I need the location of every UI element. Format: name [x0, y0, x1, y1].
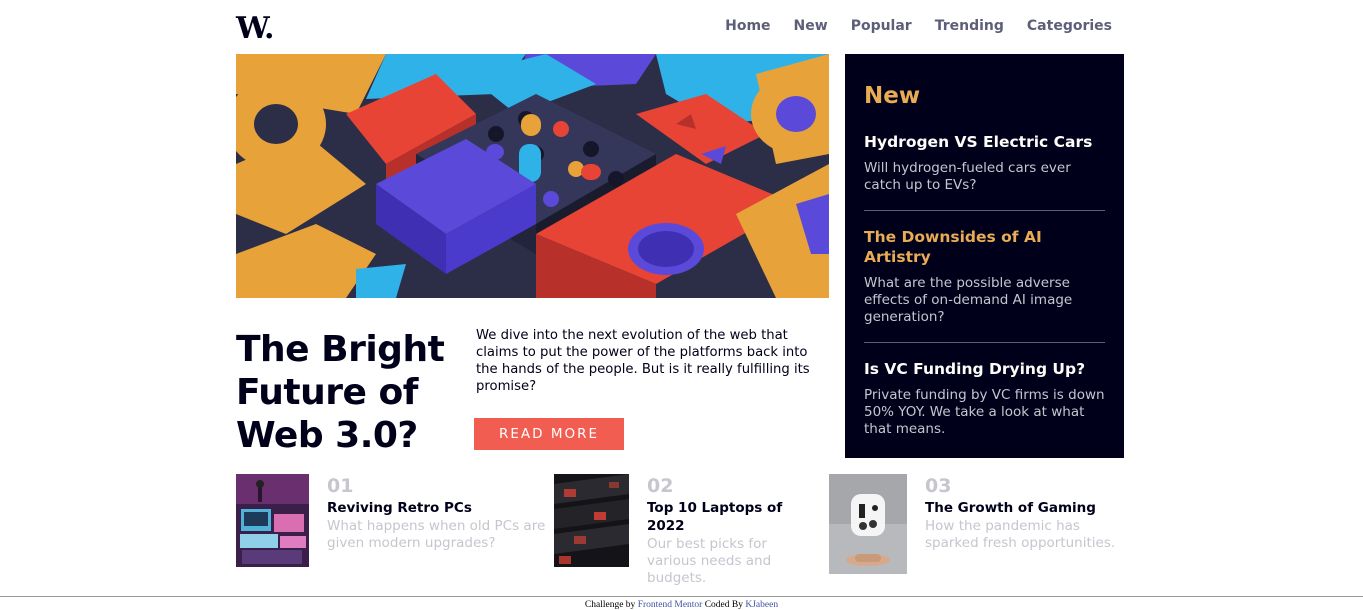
new-item[interactable]: The Downsides of AI Artistry What are th…	[864, 227, 1105, 326]
article-card: 01 Reviving Retro PCs What happens when …	[236, 474, 549, 567]
card-text: 03 The Growth of Gaming How the pandemic…	[907, 474, 1117, 574]
hero-headline: The Bright Future of Web 3.0?	[236, 329, 445, 456]
nav-home[interactable]: Home	[725, 17, 770, 35]
new-item[interactable]: Hydrogen VS Electric Cars Will hydrogen-…	[864, 132, 1105, 194]
laptop-thumbnail	[554, 474, 629, 567]
nav-trending[interactable]: Trending	[935, 17, 1004, 35]
card-text: 02 Top 10 Laptops of 2022 Our best picks…	[629, 474, 819, 587]
retro-pc-thumbnail	[236, 474, 309, 567]
new-panel-title: New	[864, 83, 921, 109]
card-number: 03	[925, 475, 952, 497]
card-description: How the pandemic has sparked fresh oppor…	[925, 518, 1116, 551]
footer-attribution: Challenge by Frontend Mentor Coded By KJ…	[0, 596, 1363, 610]
card-number: 02	[647, 475, 674, 497]
card-title[interactable]: The Growth of Gaming	[925, 499, 1117, 517]
new-item-title[interactable]: Hydrogen VS Electric Cars	[864, 132, 1105, 152]
main-nav: Home New Popular Trending Categories	[725, 17, 1112, 35]
read-more-button[interactable]: READ MORE	[474, 418, 624, 450]
card-description: Our best picks for various needs and bud…	[647, 536, 772, 586]
card-text: 01 Reviving Retro PCs What happens when …	[309, 474, 549, 567]
divider	[864, 210, 1105, 211]
nav-categories[interactable]: Categories	[1027, 17, 1112, 35]
new-item-text: What are the possible adverse effects of…	[864, 275, 1073, 325]
frontend-mentor-link[interactable]: Frontend Mentor	[638, 600, 703, 610]
article-card: 02 Top 10 Laptops of 2022 Our best picks…	[554, 474, 819, 587]
hero-description: We dive into the next evolution of the w…	[476, 328, 810, 394]
new-item[interactable]: Is VC Funding Drying Up? Private funding…	[864, 359, 1105, 438]
new-item-title[interactable]: The Downsides of AI Artistry	[864, 227, 1105, 267]
site-logo[interactable]: W.	[236, 14, 274, 44]
hero-image	[236, 54, 829, 298]
footer-middle: Coded By	[704, 600, 743, 610]
footer-prefix: Challenge by	[584, 600, 636, 610]
new-articles-panel: New Hydrogen VS Electric Cars Will hydro…	[845, 54, 1124, 458]
card-number: 01	[327, 475, 354, 497]
article-card: 03 The Growth of Gaming How the pandemic…	[829, 474, 1117, 574]
card-description: What happens when old PCs are given mode…	[327, 518, 546, 551]
new-item-text: Private funding by VC firms is down 50% …	[864, 387, 1105, 437]
new-item-title[interactable]: Is VC Funding Drying Up?	[864, 359, 1105, 379]
gaming-thumbnail	[829, 474, 907, 574]
card-title[interactable]: Reviving Retro PCs	[327, 499, 549, 517]
card-title[interactable]: Top 10 Laptops of 2022	[647, 499, 819, 535]
new-item-text: Will hydrogen-fueled cars ever catch up …	[864, 160, 1071, 193]
author-link[interactable]: KJabeen	[745, 600, 778, 610]
divider	[864, 342, 1105, 343]
nav-new[interactable]: New	[794, 17, 828, 35]
nav-popular[interactable]: Popular	[851, 17, 912, 35]
